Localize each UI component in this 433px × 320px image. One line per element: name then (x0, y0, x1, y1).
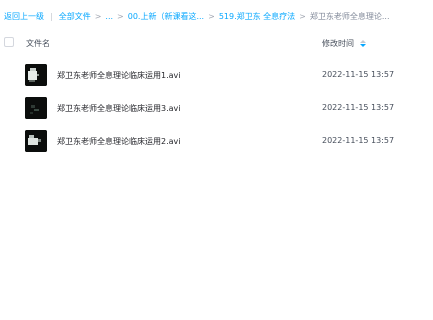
column-header-modified-label: 修改时间 (322, 39, 354, 48)
video-thumbnail (25, 64, 47, 86)
breadcrumb-folder-519[interactable]: 519.郑卫东 全息疗法 (219, 11, 295, 22)
chevron-right-icon: > (94, 11, 102, 21)
file-row[interactable]: 郑卫东老师全息理论临床运用3.avi 2022-11-15 13:57 (0, 92, 433, 124)
column-header-modified[interactable]: 修改时间 (322, 38, 366, 49)
file-modified-time: 2022-11-15 13:57 (322, 136, 395, 145)
file-modified-time: 2022-11-15 13:57 (322, 70, 395, 79)
video-frame-icon (25, 97, 47, 119)
file-row[interactable]: 郑卫东老师全息理论临床运用1.avi 2022-11-15 13:57 (0, 59, 433, 91)
chevron-right-icon: > (117, 11, 124, 21)
video-thumbnail (25, 97, 47, 119)
sort-icon[interactable] (360, 39, 366, 48)
breadcrumb-ellipsis[interactable]: ... (105, 12, 113, 21)
file-name[interactable]: 郑卫东老师全息理论临床运用2.avi (57, 136, 181, 147)
back-link[interactable]: 返回上一级 (4, 11, 44, 22)
breadcrumb: 返回上一级 | 全部文件 > ... > 00.上新（新课看这... > 519… (4, 9, 432, 23)
breadcrumb-all-files[interactable]: 全部文件 (59, 11, 91, 22)
video-frame-icon (25, 130, 47, 152)
file-list-header: 文件名 修改时间 (0, 34, 433, 52)
column-header-name[interactable]: 文件名 (26, 38, 50, 49)
chevron-right-icon: > (208, 11, 215, 21)
video-thumbnail (25, 130, 47, 152)
breadcrumb-divider: | (50, 11, 53, 21)
file-row[interactable]: 郑卫东老师全息理论临床运用2.avi 2022-11-15 13:57 (0, 125, 433, 157)
video-frame-icon (25, 64, 47, 86)
breadcrumb-current: 郑卫东老师全息理论... (309, 11, 390, 21)
breadcrumb-folder-new-courses[interactable]: 00.上新（新课看这... (128, 11, 204, 22)
file-modified-time: 2022-11-15 13:57 (322, 103, 395, 112)
file-name[interactable]: 郑卫东老师全息理论临床运用3.avi (57, 103, 181, 114)
chevron-right-icon: > (299, 11, 306, 21)
select-all-checkbox[interactable] (4, 37, 14, 47)
file-name[interactable]: 郑卫东老师全息理论临床运用1.avi (57, 70, 181, 81)
